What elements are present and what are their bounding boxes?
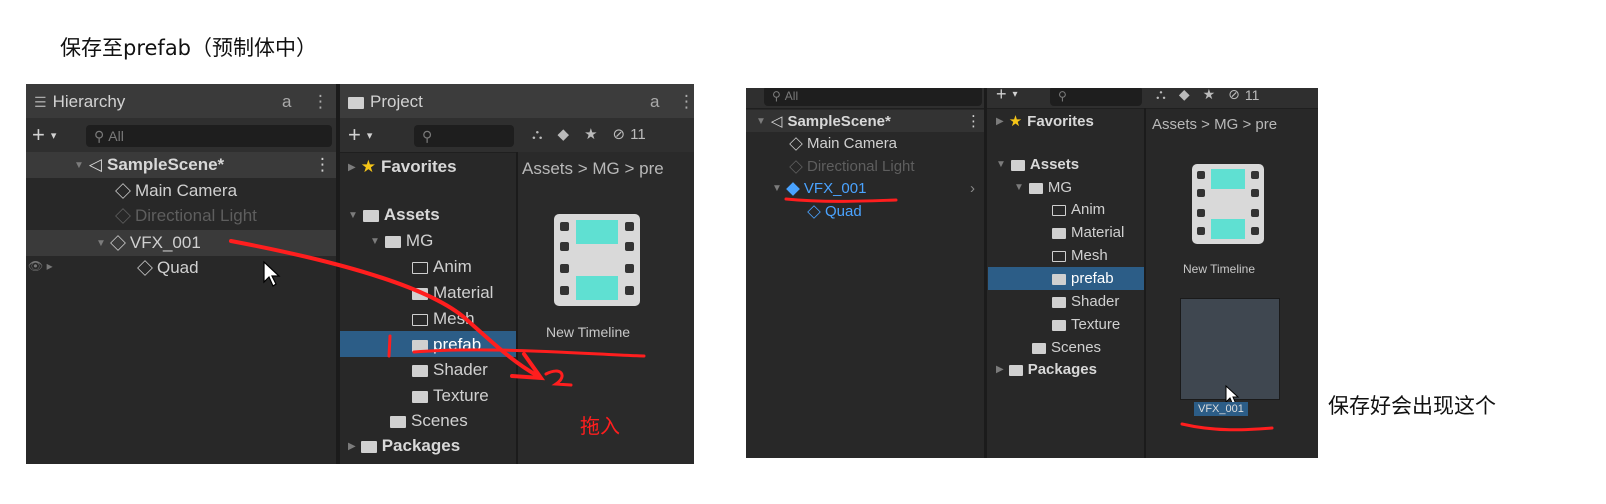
underline-annotation	[784, 197, 1274, 432]
annotation-step-1: 1	[382, 334, 391, 354]
drag-arrow-annotation	[229, 239, 646, 387]
result-caption: 保存好会出现这个	[1328, 394, 1496, 418]
annotation-step-2: 2	[558, 366, 567, 386]
annotation-drag-in: 拖入	[580, 416, 620, 438]
page-title: 保存至prefab（预制体中）	[60, 36, 318, 60]
right-screenshot: ⚲ All + ▾ ⚲ ⛬ ◆ ★ ⊘ 11 ▼ ◁ SampleScene* ⋮…	[746, 88, 1318, 458]
left-screenshot: ☰ Hierarchy a ⋮ + ▾ ⚲ All ▼ ◁ SampleScene…	[26, 84, 694, 464]
